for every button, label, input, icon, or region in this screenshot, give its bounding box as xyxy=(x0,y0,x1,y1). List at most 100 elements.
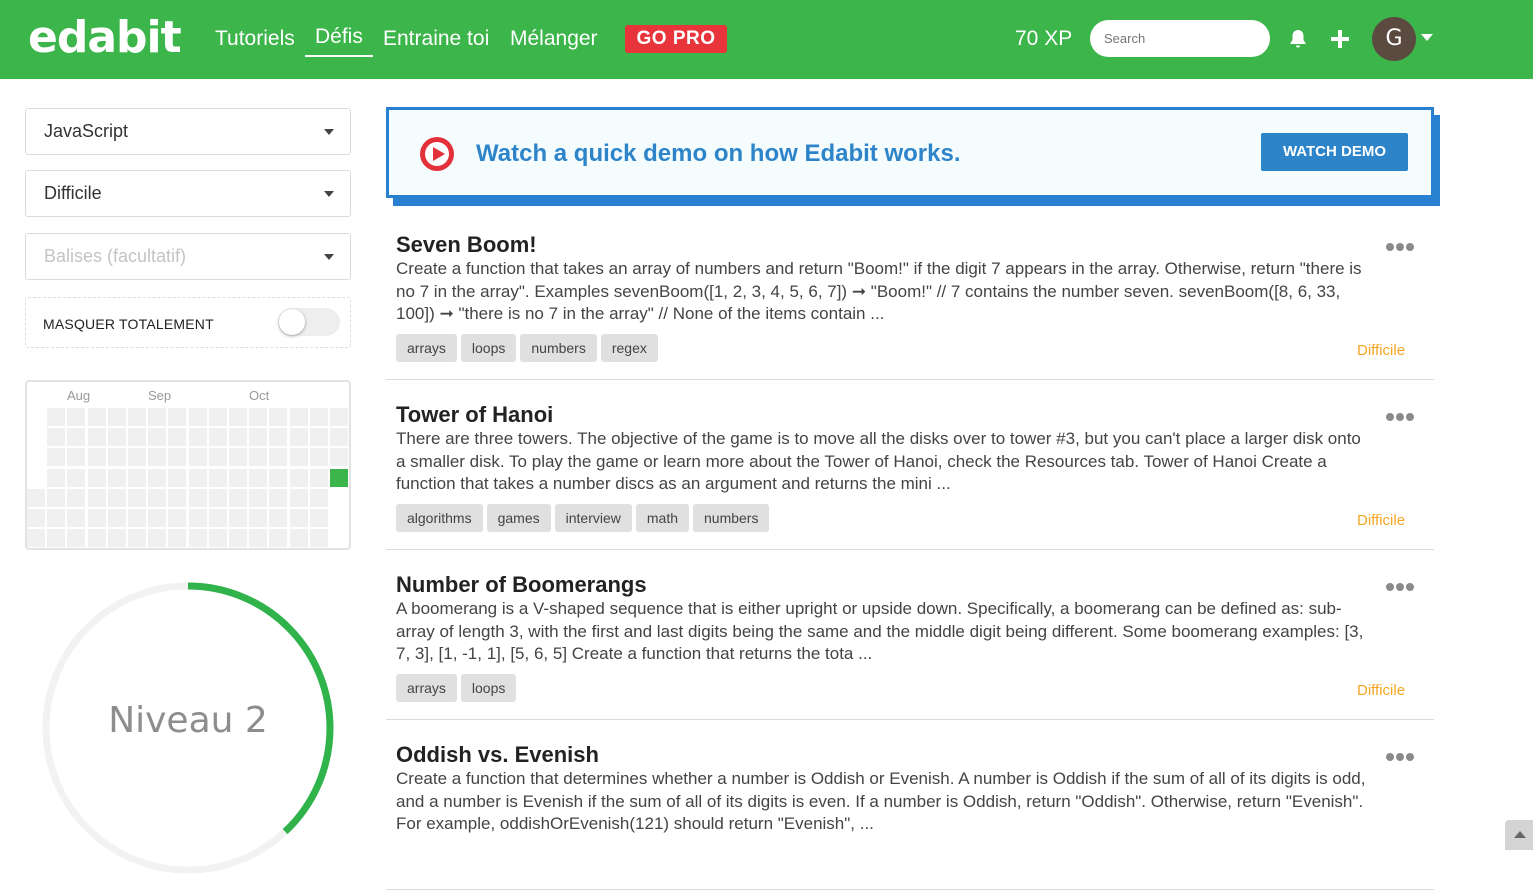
heatmap-cell xyxy=(128,529,146,548)
tag-chip[interactable]: interview xyxy=(554,504,632,532)
language-select[interactable]: JavaScript xyxy=(25,108,351,155)
heatmap-cell xyxy=(27,488,45,507)
heatmap-cell xyxy=(87,448,106,467)
nav-practice[interactable]: Entraine toi xyxy=(383,27,489,51)
search-input[interactable] xyxy=(1090,20,1270,57)
heatmap-cell xyxy=(67,468,86,487)
heatmap-cell xyxy=(168,428,187,447)
demo-banner-text: Watch a quick demo on how Edabit works. xyxy=(476,140,961,167)
heatmap-cell xyxy=(309,488,328,507)
chevron-down-icon[interactable] xyxy=(1421,34,1433,41)
heatmap-cell xyxy=(107,468,126,487)
heatmap-month: Oct xyxy=(249,388,270,403)
heatmap-cell xyxy=(168,529,187,548)
heatmap-cell xyxy=(47,448,66,467)
heatmap-cell xyxy=(208,509,227,527)
more-options-icon[interactable] xyxy=(1386,748,1418,761)
edabit-logo[interactable]: edabit xyxy=(28,12,182,63)
heatmap-cell xyxy=(67,509,86,527)
difficulty-select[interactable]: Difficile xyxy=(25,170,351,217)
tag-chip[interactable]: math xyxy=(635,504,689,532)
heatmap-cell xyxy=(128,468,146,487)
heatmap-cell xyxy=(229,408,247,426)
heatmap-cell xyxy=(148,468,167,487)
heatmap-cell xyxy=(208,468,227,487)
heatmap-cell xyxy=(128,488,146,507)
heatmap-cell xyxy=(87,428,106,447)
more-options-icon[interactable] xyxy=(1386,238,1418,251)
heatmap-cell xyxy=(188,408,207,426)
tags-select[interactable]: Balises (facultatif) xyxy=(25,233,351,280)
tag-chip[interactable]: regex xyxy=(600,334,658,362)
hide-completed-label: MASQUER TOTALEMENT xyxy=(43,316,214,332)
heatmap-cell xyxy=(208,448,227,467)
tag-chip[interactable]: arrays xyxy=(396,674,457,702)
heatmap-cell xyxy=(168,488,187,507)
heatmap-cell xyxy=(269,468,288,487)
heatmap-cell xyxy=(289,408,308,426)
heatmap-cell xyxy=(148,509,167,527)
caret-down-icon xyxy=(324,191,334,197)
tag-chip[interactable]: games xyxy=(486,504,551,532)
plus-icon[interactable] xyxy=(1328,27,1352,51)
challenge-card[interactable]: Oddish vs. Evenish Create a function that… xyxy=(386,720,1434,890)
challenge-card[interactable]: Tower of Hanoi There are three towers. Th… xyxy=(386,380,1434,550)
challenge-card[interactable]: Number of Boomerangs A boomerang is a V-s… xyxy=(386,550,1434,720)
heatmap-cell xyxy=(27,509,45,527)
heatmap-cell xyxy=(188,428,207,447)
heatmap-cell xyxy=(269,428,288,447)
watch-demo-button[interactable]: WATCH DEMO xyxy=(1261,133,1408,171)
bell-icon[interactable] xyxy=(1286,27,1310,51)
user-avatar[interactable]: G xyxy=(1372,17,1416,61)
nav-challenges[interactable]: Défis xyxy=(305,25,373,57)
more-options-icon[interactable] xyxy=(1386,408,1418,421)
heatmap-cell xyxy=(128,408,146,426)
heatmap-cell xyxy=(128,448,146,467)
xp-counter: 70 XP xyxy=(1015,27,1073,50)
heatmap-cell xyxy=(208,428,227,447)
nav-shuffle[interactable]: Mélanger xyxy=(510,27,598,51)
challenge-tags: arrays loops xyxy=(396,674,517,702)
heatmap-cell xyxy=(249,529,268,548)
scroll-to-top-button[interactable] xyxy=(1505,820,1533,850)
hide-completed-toggle[interactable] xyxy=(278,308,340,336)
heatmap-cell xyxy=(309,408,328,426)
challenge-title[interactable]: Tower of Hanoi xyxy=(396,402,553,428)
tag-chip[interactable]: arrays xyxy=(396,334,457,362)
challenge-title[interactable]: Oddish vs. Evenish xyxy=(396,742,599,768)
nav-tutorials[interactable]: Tutoriels xyxy=(215,27,295,51)
heatmap-cell xyxy=(47,428,66,447)
tag-chip[interactable]: numbers xyxy=(693,504,770,532)
heatmap-cell xyxy=(87,468,106,487)
heatmap-cell xyxy=(87,529,106,548)
heatmap-cell xyxy=(289,428,308,447)
heatmap-cell xyxy=(188,488,207,507)
demo-banner: Watch a quick demo on how Edabit works. … xyxy=(386,107,1434,198)
caret-down-icon xyxy=(324,129,334,135)
heatmap-cell xyxy=(229,509,247,527)
challenge-tags: algorithms games interview math numbers xyxy=(396,504,770,532)
tag-chip[interactable]: loops xyxy=(460,334,517,362)
more-options-icon[interactable] xyxy=(1386,578,1418,591)
heatmap-cell xyxy=(229,529,247,548)
heatmap-cell xyxy=(148,448,167,467)
heatmap-cell xyxy=(269,488,288,507)
tag-chip[interactable]: algorithms xyxy=(396,504,483,532)
challenge-title[interactable]: Number of Boomerangs xyxy=(396,572,647,598)
heatmap-cell xyxy=(107,529,126,548)
challenge-title[interactable]: Seven Boom! xyxy=(396,232,537,258)
heatmap-cell xyxy=(309,448,328,467)
tag-chip[interactable]: loops xyxy=(460,674,517,702)
heatmap-cell xyxy=(309,428,328,447)
heatmap-cell xyxy=(330,448,348,467)
heatmap-cell xyxy=(208,488,227,507)
heatmap-cell xyxy=(148,428,167,447)
heatmap-cell xyxy=(309,468,328,487)
tag-chip[interactable]: numbers xyxy=(520,334,597,362)
go-pro-button[interactable]: GO PRO xyxy=(625,25,727,53)
heatmap-cell xyxy=(47,488,66,507)
heatmap-cell xyxy=(289,509,308,527)
challenge-card[interactable]: Seven Boom! Create a function that takes … xyxy=(386,210,1434,380)
play-icon[interactable] xyxy=(419,136,455,172)
heatmap-cell xyxy=(289,448,308,467)
